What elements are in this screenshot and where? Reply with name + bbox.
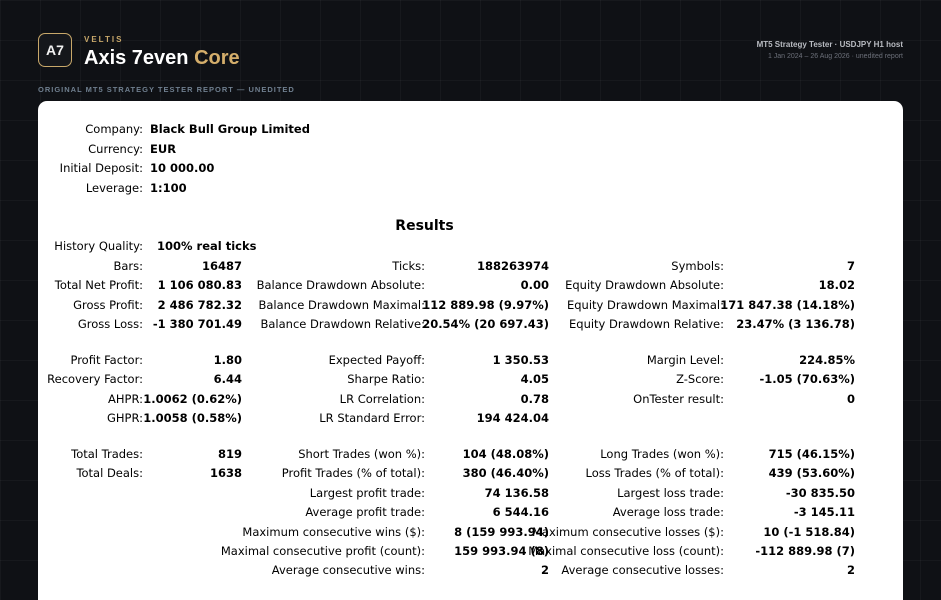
stat-value: 16487: [201, 259, 242, 273]
stat-value: 1.0058 (0.58%): [143, 411, 242, 425]
stat-value: 0: [846, 392, 855, 406]
header-meta-period: 1 Jan 2024 – 26 Aug 2026 · unedited repo…: [767, 53, 903, 60]
stat-label: AHPR:: [108, 392, 143, 406]
brand: VELTIS Axis 7even Core: [84, 35, 240, 70]
header-meta: MT5 Strategy Tester · USDJPY H1 host 1 J…: [757, 40, 903, 62]
stat-label: Average profit trade:: [305, 505, 425, 519]
stat-label: Maximum consecutive wins ($):: [242, 525, 425, 539]
stat-value: 2: [540, 563, 549, 577]
report-panel: Results Company: Black Bull Group Limited…: [38, 101, 903, 600]
stat-value: 6 544.16: [492, 505, 549, 519]
info-label: Leverage:: [85, 181, 143, 195]
brand-title: Axis 7even Core: [84, 46, 240, 70]
stat-value: 2: [846, 563, 855, 577]
stat-label: Symbols:: [671, 259, 724, 273]
info-value: Black Bull Group Limited: [150, 122, 310, 136]
stat-label: LR Correlation:: [339, 392, 425, 406]
stat-label: Balance Drawdown Absolute:: [256, 278, 425, 292]
stat-label: Total Net Profit:: [54, 278, 143, 292]
stat-value: 100% real ticks: [157, 239, 257, 253]
stat-label: Equity Drawdown Absolute:: [565, 278, 724, 292]
stat-value: -3 145.11: [793, 505, 855, 519]
stat-label: Total Trades:: [71, 447, 143, 461]
stat-value: -1 380 701.49: [152, 317, 242, 331]
stat-value: 188263974: [476, 259, 549, 273]
stat-value: 1.80: [213, 353, 242, 367]
stat-label: OnTester result:: [633, 392, 724, 406]
stat-value: 20.54% (20 697.43): [422, 317, 549, 331]
stat-label: Average loss trade:: [612, 505, 724, 519]
stat-value: 224.85%: [799, 353, 855, 367]
stat-label: Long Trades (won %):: [600, 447, 724, 461]
stat-label: Short Trades (won %):: [298, 447, 425, 461]
report-header: A7 VELTIS Axis 7even Core MT5 Strategy T…: [38, 33, 903, 73]
stat-value: 23.47% (3 136.78): [736, 317, 855, 331]
stat-value: -30 835.50: [785, 486, 855, 500]
stat-value: 380 (46.40%): [462, 466, 549, 480]
stat-label: Ticks:: [392, 259, 425, 273]
stat-value: 2 486 782.32: [157, 298, 242, 312]
stat-label: Average consecutive losses:: [561, 563, 724, 577]
brand-title-accent: Core: [194, 47, 240, 69]
info-value: EUR: [150, 142, 177, 156]
header-meta-source: MT5 Strategy Tester · USDJPY H1 host: [756, 40, 903, 49]
stat-value: -112 889.98 (7): [755, 544, 855, 558]
stat-label: GHPR:: [106, 411, 143, 425]
stat-value: 74 136.58: [484, 486, 549, 500]
stat-value: 4.05: [520, 372, 549, 386]
stat-label: Margin Level:: [646, 353, 724, 367]
stat-label: Equity Drawdown Relative:: [569, 317, 724, 331]
brand-overline: VELTIS: [84, 35, 124, 44]
logo-badge: A7: [38, 33, 72, 67]
stat-label: Maximal consecutive profit (count):: [220, 544, 425, 558]
stat-label: Z-Score:: [676, 372, 724, 386]
stat-value: 112 889.98 (9.97%): [422, 298, 549, 312]
stat-label: Balance Drawdown Relative:: [260, 317, 426, 331]
report-subtitle: ORIGINAL MT5 STRATEGY TESTER REPORT — UN…: [38, 85, 295, 94]
stat-value: 819: [217, 447, 242, 461]
info-value: 10 000.00: [150, 161, 215, 175]
brand-title-main: Axis 7even: [84, 47, 189, 69]
info-value: 1:100: [150, 181, 187, 195]
stat-label: Gross Profit:: [73, 298, 143, 312]
stat-label: Bars:: [113, 259, 143, 273]
stat-label: Maximal consecutive loss (count):: [528, 544, 724, 558]
stat-label: Recovery Factor:: [47, 372, 143, 386]
stat-value: 1638: [209, 466, 242, 480]
stat-label: Loss Trades (% of total):: [585, 466, 724, 480]
stat-label: Largest loss trade:: [617, 486, 724, 500]
stat-value: -1.05 (70.63%): [759, 372, 855, 386]
stat-value: 0.00: [520, 278, 549, 292]
stat-value: 10 (-1 518.84): [763, 525, 855, 539]
stat-label: Total Deals:: [76, 466, 143, 480]
stat-value: 1.0062 (0.62%): [143, 392, 242, 406]
info-label: Currency:: [88, 142, 143, 156]
stat-label: Maximum consecutive losses ($):: [532, 525, 724, 539]
stat-label: LR Standard Error:: [319, 411, 425, 425]
stat-label: Profit Trades (% of total):: [281, 466, 425, 480]
stat-value: 6.44: [213, 372, 242, 386]
stat-label: Gross Loss:: [77, 317, 143, 331]
stat-label: Sharpe Ratio:: [347, 372, 425, 386]
stat-value: 194 424.04: [476, 411, 549, 425]
stat-label: Largest profit trade:: [309, 486, 425, 500]
stat-label: Balance Drawdown Maximal:: [258, 298, 425, 312]
info-label: Initial Deposit:: [59, 161, 143, 175]
stat-label: History Quality:: [54, 239, 143, 253]
stat-value: 1 350.53: [492, 353, 549, 367]
stat-value: 7: [846, 259, 855, 273]
stat-label: Expected Payoff:: [328, 353, 425, 367]
info-label: Company:: [85, 122, 143, 136]
results-title: Results: [395, 218, 454, 234]
stat-value: 0.78: [520, 392, 549, 406]
stat-value: 439 (53.60%): [768, 466, 855, 480]
stat-value: 715 (46.15%): [768, 447, 855, 461]
stat-label: Average consecutive wins:: [271, 563, 425, 577]
stat-value: 104 (48.08%): [462, 447, 549, 461]
stat-label: Profit Factor:: [70, 353, 143, 367]
stat-value: 1 106 080.83: [157, 278, 242, 292]
stat-label: Equity Drawdown Maximal:: [566, 298, 724, 312]
stat-value: 18.02: [818, 278, 855, 292]
stat-value: 171 847.38 (14.18%): [720, 298, 855, 312]
